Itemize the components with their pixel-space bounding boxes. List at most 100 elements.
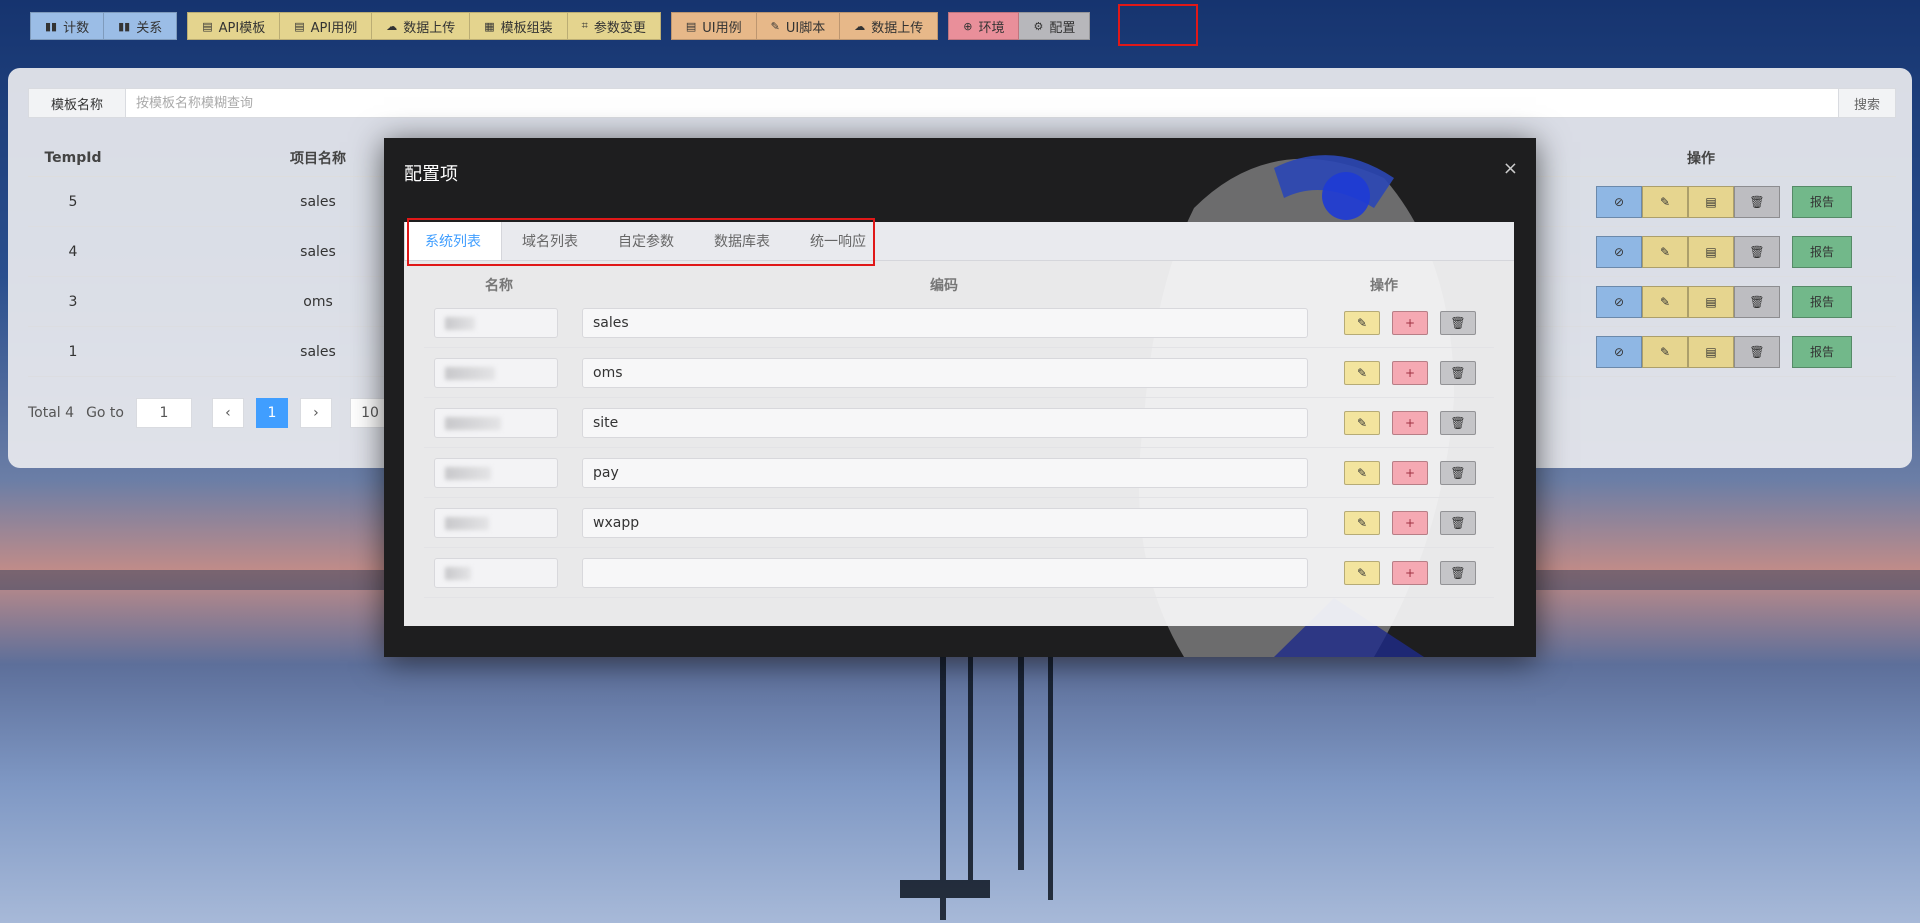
check-button[interactable]: ⊘: [1596, 185, 1642, 218]
edit-button[interactable]: ✎: [1344, 510, 1380, 535]
trash-icon: 🗑: [1749, 244, 1765, 259]
edit-button[interactable]: ✎: [1642, 185, 1688, 218]
count-button[interactable]: ▮▮ 计数: [30, 12, 105, 40]
system-row: sales ✎ + 🗑: [424, 298, 1494, 348]
pager-goto-label: Go to: [86, 405, 124, 421]
environment-label: 环境: [978, 20, 1005, 36]
report-button[interactable]: 报告: [1792, 235, 1852, 268]
row-actions: ✎ + 🗑: [1344, 310, 1476, 335]
add-button[interactable]: +: [1392, 410, 1428, 435]
count-button-label: 计数: [63, 20, 90, 36]
environment-button[interactable]: ⊕ 环境: [948, 12, 1020, 40]
pager-prev-button[interactable]: ‹: [211, 398, 244, 428]
ui-case-button[interactable]: ▤ UI用例: [670, 12, 757, 40]
document-icon: ▤: [1705, 194, 1717, 209]
edit-button[interactable]: ✎: [1344, 410, 1380, 435]
delete-button[interactable]: 🗑: [1734, 335, 1780, 368]
config-button[interactable]: ⚙ 配置: [1019, 12, 1091, 40]
plus-icon: +: [1404, 465, 1416, 480]
ui-data-upload-button[interactable]: ☁ 数据上传: [840, 12, 939, 40]
delete-button[interactable]: 🗑: [1440, 460, 1476, 485]
crop-icon: ⌗: [581, 19, 588, 32]
report-button[interactable]: 报告: [1792, 335, 1852, 368]
code-field[interactable]: [582, 557, 1308, 588]
pager-next-button[interactable]: ›: [299, 398, 332, 428]
row-actions: ✎ + 🗑: [1344, 410, 1476, 435]
search-input[interactable]: [126, 94, 1838, 112]
code-field[interactable]: pay: [582, 457, 1308, 488]
edit-icon: ✎: [1659, 194, 1671, 209]
check-button[interactable]: ⊘: [1596, 235, 1642, 268]
row-actions: ✎ + 🗑: [1344, 360, 1476, 385]
trash-icon: 🗑: [1450, 365, 1466, 380]
code-field[interactable]: wxapp: [582, 507, 1308, 538]
param-change-button[interactable]: ⌗ 参数变更: [567, 12, 661, 40]
row-actions: ✎ + 🗑: [1344, 560, 1476, 585]
chevron-left-icon: ‹: [225, 405, 231, 421]
code-field[interactable]: sales: [582, 307, 1308, 338]
delete-button[interactable]: 🗑: [1734, 185, 1780, 218]
check-button[interactable]: ⊘: [1596, 335, 1642, 368]
close-icon[interactable]: ×: [1503, 158, 1518, 179]
search-button[interactable]: 搜索: [1838, 89, 1895, 117]
name-field[interactable]: [434, 357, 558, 388]
api-case-button[interactable]: ▤ API用例: [280, 12, 373, 40]
clipboard-icon: ▤: [685, 19, 697, 33]
edit-button[interactable]: ✎: [1344, 360, 1380, 385]
name-field[interactable]: [434, 407, 558, 438]
system-list-table: 名称 编码 操作 sales ✎ + 🗑 oms ✎ + 🗑 site ✎ + …: [424, 272, 1494, 598]
add-button[interactable]: +: [1392, 460, 1428, 485]
template-assemble-label: 模板组装: [500, 20, 553, 36]
document-icon: ▤: [1705, 244, 1717, 259]
add-button[interactable]: +: [1392, 360, 1428, 385]
plus-circle-icon: ⊕: [963, 19, 973, 33]
row-actions: ⊘ ✎ ▤ 🗑 报告: [1596, 235, 1852, 268]
add-button[interactable]: +: [1392, 510, 1428, 535]
delete-button[interactable]: 🗑: [1440, 560, 1476, 585]
template-assemble-button[interactable]: ▦ 模板组装: [470, 12, 568, 40]
name-field[interactable]: [434, 557, 558, 588]
document-button[interactable]: ▤: [1688, 235, 1734, 268]
clipboard-icon: ▤: [202, 19, 213, 33]
document-button[interactable]: ▤: [1688, 285, 1734, 318]
edit-icon: ✎: [1356, 465, 1368, 480]
code-field[interactable]: site: [582, 407, 1308, 438]
ui-script-label: UI脚本: [785, 20, 826, 36]
pager-goto-input[interactable]: 1: [135, 398, 192, 428]
edit-button[interactable]: ✎: [1344, 460, 1380, 485]
ui-script-button[interactable]: ✎ UI脚本: [756, 12, 841, 40]
dialog-body: 系统列表 域名列表 自定参数 数据库表 统一响应 名称 编码 操作 sales …: [404, 222, 1514, 626]
api-template-button[interactable]: ▤ API模板: [187, 12, 281, 40]
bar-chart-icon: ▮▮: [45, 19, 58, 33]
report-button[interactable]: 报告: [1792, 285, 1852, 318]
edit-button[interactable]: ✎: [1344, 310, 1380, 335]
edit-button[interactable]: ✎: [1642, 285, 1688, 318]
name-field[interactable]: [434, 457, 558, 488]
delete-button[interactable]: 🗑: [1440, 360, 1476, 385]
system-row: oms ✎ + 🗑: [424, 348, 1494, 398]
edit-button[interactable]: ✎: [1642, 335, 1688, 368]
delete-button[interactable]: 🗑: [1734, 235, 1780, 268]
delete-button[interactable]: 🗑: [1440, 310, 1476, 335]
trash-icon: 🗑: [1450, 515, 1466, 530]
delete-button[interactable]: 🗑: [1440, 510, 1476, 535]
name-field[interactable]: [434, 307, 558, 338]
document-button[interactable]: ▤: [1688, 335, 1734, 368]
code-field[interactable]: oms: [582, 357, 1308, 388]
name-field[interactable]: [434, 507, 558, 538]
document-button[interactable]: ▤: [1688, 185, 1734, 218]
pager-page-current[interactable]: 1: [255, 398, 288, 428]
cell-tempid: 1: [68, 343, 78, 360]
edit-button[interactable]: ✎: [1642, 235, 1688, 268]
edit-button[interactable]: ✎: [1344, 560, 1380, 585]
delete-button[interactable]: 🗑: [1440, 410, 1476, 435]
check-button[interactable]: ⊘: [1596, 285, 1642, 318]
add-button[interactable]: +: [1392, 560, 1428, 585]
delete-button[interactable]: 🗑: [1734, 285, 1780, 318]
bar-chart-icon: ▮▮: [118, 19, 131, 33]
api-data-upload-button[interactable]: ☁ 数据上传: [372, 12, 471, 40]
add-button[interactable]: +: [1392, 310, 1428, 335]
relation-button[interactable]: ▮▮ 关系: [104, 12, 178, 40]
report-button[interactable]: 报告: [1792, 185, 1852, 218]
document-icon: ▤: [1705, 344, 1717, 359]
